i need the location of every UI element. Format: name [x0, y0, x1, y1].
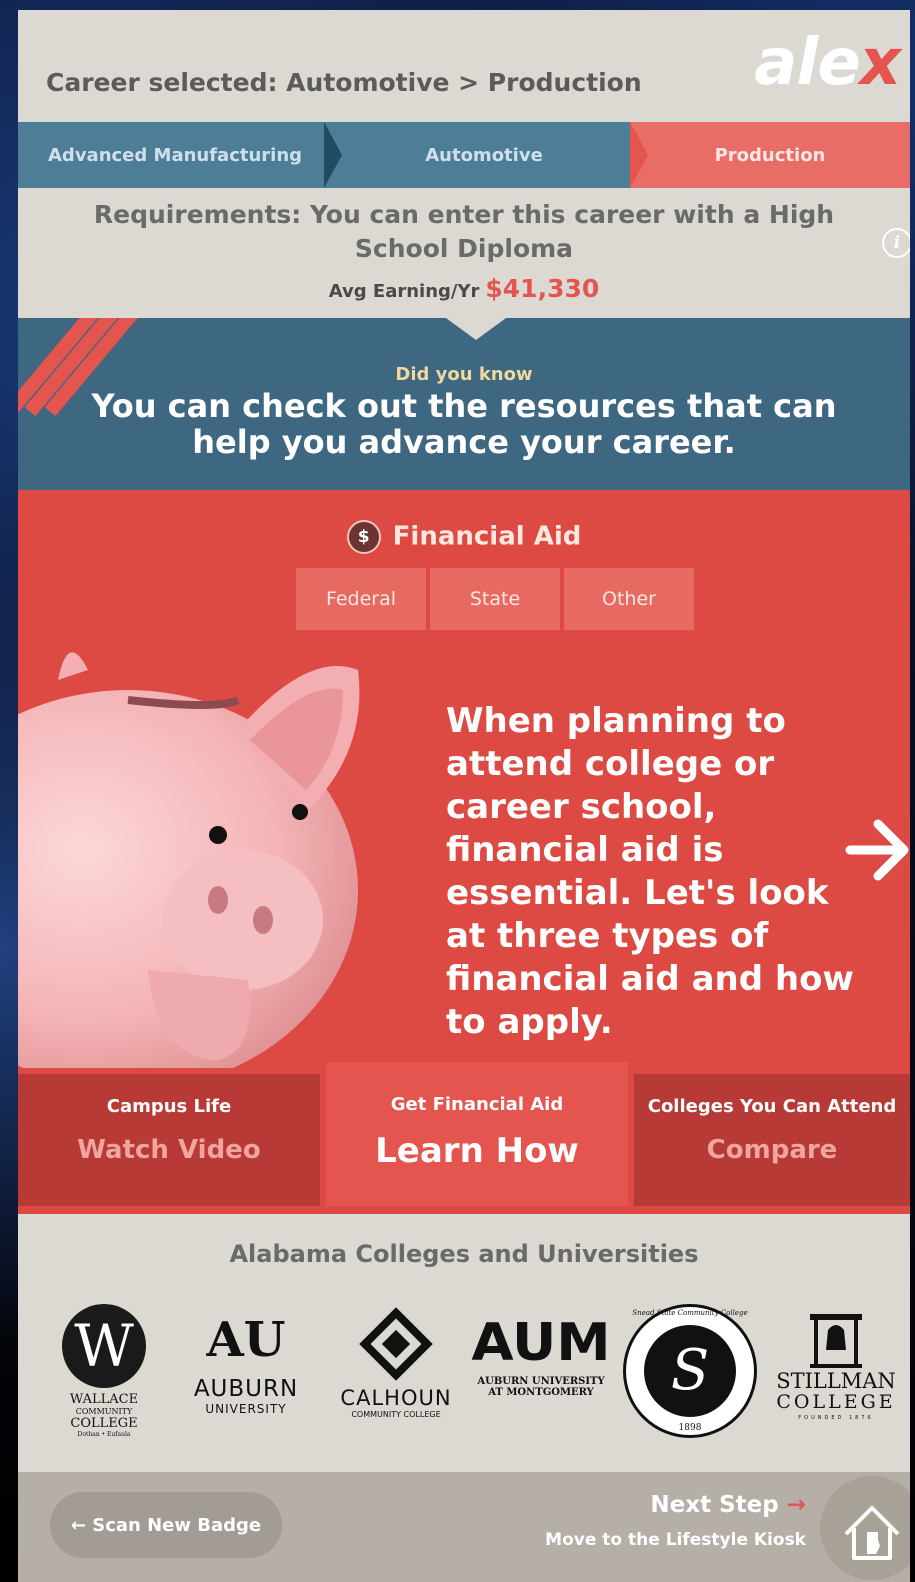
piggy-bank-icon	[18, 652, 360, 1068]
alex-logo: alex	[754, 26, 901, 100]
snead-seal: S Snead State Community College 1898	[623, 1304, 757, 1438]
wallace-line2: COMMUNITY	[75, 1407, 133, 1416]
calhoun-college-logo[interactable]: CALHOUN COMMUNITY COLLEGE	[326, 1304, 466, 1419]
tab-colleges-title: Colleges You Can Attend	[647, 1096, 897, 1117]
header: Career selected: Automotive > Production…	[18, 10, 910, 122]
tab-other[interactable]: Other	[564, 568, 694, 630]
tab-federal[interactable]: Federal	[296, 568, 426, 630]
financial-aid-title-text: Financial Aid	[392, 521, 582, 552]
stillman-line3: FOUNDED 1876	[798, 1415, 874, 1421]
stillman-line1: STILLMAN	[776, 1369, 896, 1393]
requirements-section: Requirements: You can enter this career …	[18, 198, 910, 303]
auburn-mark: AU	[206, 1312, 286, 1368]
info-icon[interactable]: i	[882, 228, 910, 258]
breadcrumb: Advanced Manufacturing Automotive Produc…	[18, 122, 910, 188]
next-step-subtitle: Move to the Lifestyle Kiosk	[545, 1530, 806, 1550]
footer: ← Scan New Badge Next Step → Move to the…	[18, 1472, 910, 1582]
tab-state[interactable]: State	[430, 568, 560, 630]
career-selected-text: Career selected: Automotive > Production	[46, 68, 642, 97]
calhoun-line1: CALHOUN	[340, 1386, 452, 1410]
aum-line2: AT MONTGOMERY	[488, 1387, 594, 1398]
snead-state-logo[interactable]: S Snead State Community College 1898	[620, 1304, 760, 1438]
breadcrumb-separator	[324, 122, 342, 188]
wallace-line4: Dothan • Eufaula	[77, 1431, 131, 1438]
auburn-university-logo[interactable]: AU AUBURN UNIVERSITY	[176, 1304, 316, 1416]
breadcrumb-separator	[630, 122, 648, 188]
did-you-know-text: You can check out the resources that can…	[91, 387, 837, 461]
colleges-section: Alabama Colleges and Universities W WALL…	[18, 1214, 910, 1472]
colleges-title: Alabama Colleges and Universities	[229, 1240, 699, 1268]
tab-campus-life[interactable]: Campus Life Watch Video	[18, 1074, 320, 1206]
financial-aid-panel: $ Financial Aid Federal State Other When…	[18, 490, 910, 1068]
banner-notch	[446, 318, 506, 340]
snead-year: 1898	[678, 1423, 702, 1433]
avg-earning-value: $41,330	[485, 274, 600, 303]
auburn-line1: AUBURN	[193, 1376, 299, 1402]
bell-tower-icon	[810, 1314, 862, 1368]
financial-aid-description: When planning to attend college or caree…	[446, 701, 854, 1042]
tab-campus-life-title: Campus Life	[106, 1096, 232, 1117]
bottom-tabs: Campus Life Watch Video Get Financial Ai…	[18, 1062, 910, 1214]
tab-get-financial-aid[interactable]: Get Financial Aid Learn How	[326, 1062, 628, 1206]
auburn-line2: UNIVERSITY	[205, 1402, 287, 1416]
college-logos: W WALLACE COMMUNITY COLLEGE Dothan • Euf…	[38, 1304, 910, 1454]
breadcrumb-production[interactable]: Production	[630, 122, 910, 188]
aum-logo[interactable]: AUM AUBURN UNIVERSITY AT MONTGOMERY	[470, 1304, 612, 1398]
tab-get-financial-aid-title: Get Financial Aid	[390, 1094, 564, 1115]
next-step-title: Next Step →	[545, 1492, 806, 1518]
did-you-know-label: Did you know	[395, 364, 533, 385]
breadcrumb-automotive[interactable]: Automotive	[324, 122, 644, 188]
compare-button[interactable]: Compare	[634, 1135, 910, 1165]
wallace-mark: W	[62, 1304, 146, 1388]
logo-text: ale	[754, 26, 861, 100]
avg-earning: Avg Earning/Yr $41,330	[18, 274, 910, 303]
stillman-college-logo[interactable]: STILLMAN COLLEGE FOUNDED 1876	[766, 1304, 906, 1421]
did-you-know-banner: Did you know You can check out the resou…	[18, 318, 910, 490]
tab-colleges-you-can-attend[interactable]: Colleges You Can Attend Compare	[634, 1074, 910, 1206]
aum-line1: AUBURN UNIVERSITY	[477, 1376, 605, 1387]
scan-new-badge-button[interactable]: ← Scan New Badge	[50, 1492, 282, 1558]
logo-x: x	[859, 26, 901, 100]
calhoun-diamond-icon	[359, 1307, 433, 1381]
next-step-label: Next Step	[650, 1492, 779, 1518]
snead-ring: Snead State Community College	[632, 1309, 748, 1317]
financial-aid-title: $ Financial Aid	[18, 520, 910, 554]
financial-aid-tabs: Federal State Other	[296, 568, 694, 630]
wallace-line1: WALLACE	[69, 1392, 139, 1407]
next-step[interactable]: Next Step → Move to the Lifestyle Kiosk	[545, 1492, 806, 1550]
wallace-college-logo[interactable]: W WALLACE COMMUNITY COLLEGE Dothan • Euf…	[56, 1304, 152, 1438]
calhoun-line2: COMMUNITY COLLEGE	[351, 1410, 441, 1419]
aum-mark: AUM	[471, 1313, 611, 1373]
snead-mark: S	[644, 1325, 736, 1417]
watch-video-button[interactable]: Watch Video	[18, 1135, 320, 1165]
avg-earning-label: Avg Earning/Yr	[328, 281, 480, 302]
home-button[interactable]	[820, 1476, 910, 1580]
stillman-line2: COLLEGE	[776, 1391, 896, 1413]
dollar-icon: $	[346, 520, 381, 554]
next-step-arrow-icon: →	[786, 1492, 806, 1518]
learn-how-button[interactable]: Learn How	[326, 1131, 628, 1171]
wallace-line3: COLLEGE	[70, 1416, 138, 1431]
kiosk-screen: Career selected: Automotive > Production…	[18, 10, 910, 1582]
requirements-text: Requirements: You can enter this career …	[93, 200, 835, 263]
home-icon	[844, 1506, 900, 1560]
breadcrumb-advanced-manufacturing[interactable]: Advanced Manufacturing	[18, 122, 338, 188]
arrow-right-icon[interactable]	[844, 810, 910, 890]
